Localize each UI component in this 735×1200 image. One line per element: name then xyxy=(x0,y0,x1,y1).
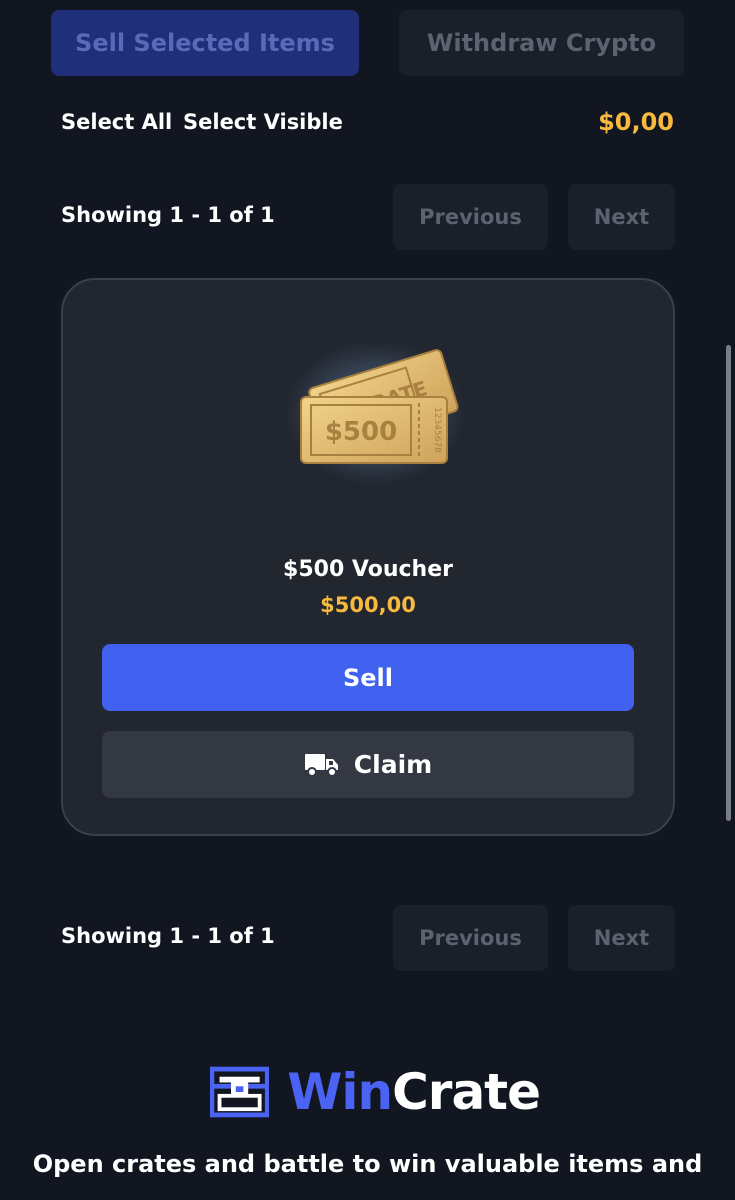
sell-selected-items-button[interactable]: Sell Selected Items xyxy=(51,10,359,76)
next-button-bottom[interactable]: Next xyxy=(568,905,675,971)
previous-button-bottom[interactable]: Previous xyxy=(393,905,548,971)
footer-tagline: Open crates and battle to win valuable i… xyxy=(32,1150,703,1178)
next-button-top[interactable]: Next xyxy=(568,184,675,250)
logo-word-crate: Crate xyxy=(392,1063,541,1121)
treasure-chest-icon xyxy=(210,1066,270,1118)
pagination-status-top: Showing 1 - 1 of 1 xyxy=(61,203,275,227)
selected-total-value: $0,00 xyxy=(598,108,674,136)
wincrate-logo[interactable]: WinCrate xyxy=(210,1062,541,1122)
inventory-page: Sell Selected Items Withdraw Crypto Sele… xyxy=(0,0,735,1200)
withdraw-crypto-button[interactable]: Withdraw Crypto xyxy=(399,10,684,76)
truck-icon xyxy=(304,753,338,777)
item-name: $500 Voucher xyxy=(283,557,453,582)
ticket-amount-text: $500 xyxy=(325,417,397,447)
item-card: WINCRATE $500 12345678 $500 Voucher $500… xyxy=(61,278,675,836)
claim-label: Claim xyxy=(353,750,433,779)
logo-word-win: Win xyxy=(287,1063,393,1121)
voucher-image: WINCRATE $500 12345678 xyxy=(285,341,465,485)
scrollbar[interactable] xyxy=(726,345,731,821)
ticket-serial-text: 12345678 xyxy=(432,407,442,453)
pagination-status-bottom: Showing 1 - 1 of 1 xyxy=(61,924,275,948)
select-all-link[interactable]: Select All xyxy=(61,110,172,134)
previous-button-top[interactable]: Previous xyxy=(393,184,548,250)
item-price: $500,00 xyxy=(320,593,416,617)
select-visible-link[interactable]: Select Visible xyxy=(183,110,343,134)
claim-button[interactable]: Claim xyxy=(102,731,634,798)
logo-wordmark: WinCrate xyxy=(287,1063,541,1121)
sell-button[interactable]: Sell xyxy=(102,644,634,711)
